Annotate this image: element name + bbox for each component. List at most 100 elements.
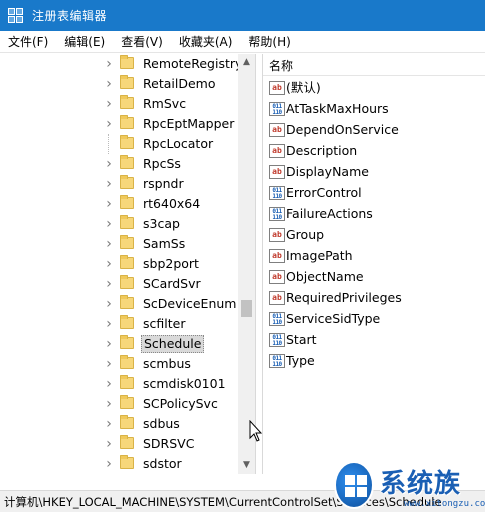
tree-item[interactable]: › SCardSvr <box>0 274 238 294</box>
tree-item[interactable]: › RpcEptMapper <box>0 114 238 134</box>
scroll-up-arrow-icon[interactable]: ▲ <box>238 54 255 71</box>
menu-help[interactable]: 帮助(H) <box>240 31 298 53</box>
folder-icon <box>120 295 134 309</box>
string-value-icon: ab <box>269 81 285 95</box>
folder-icon <box>120 175 134 189</box>
expand-chevron-icon[interactable]: › <box>104 57 114 71</box>
string-value-icon: ab <box>269 144 285 158</box>
scroll-thumb[interactable] <box>241 300 252 317</box>
tree-item[interactable]: › RemoteRegistry <box>0 54 242 74</box>
title-bar[interactable]: 注册表编辑器 <box>0 0 485 31</box>
values-list-pane[interactable]: 名称 ab (默认) 011 110 AtTaskMaxHours ab DependOn… <box>262 54 485 474</box>
tree-item[interactable]: › RetailDemo <box>0 74 238 94</box>
menu-favorites[interactable]: 收藏夹(A) <box>171 31 241 53</box>
list-header[interactable]: 名称 <box>263 54 485 76</box>
tree-item[interactable]: › sdstor <box>0 454 238 474</box>
value-row[interactable]: 011 110 AtTaskMaxHours <box>263 99 485 120</box>
value-name: RequiredPrivileges <box>286 290 402 305</box>
tree-item[interactable]: › RpcSs <box>0 154 238 174</box>
folder-icon <box>120 155 134 169</box>
tree-item[interactable]: › RmSvc <box>0 94 238 114</box>
tree-item-label: scmdisk0101 <box>143 376 226 391</box>
expand-chevron-icon[interactable]: › <box>104 197 114 211</box>
expand-chevron-icon[interactable]: › <box>104 277 114 291</box>
expand-chevron-icon[interactable]: › <box>104 377 114 391</box>
expand-chevron-icon[interactable]: › <box>104 337 114 351</box>
tree-item[interactable]: › SDRSVC <box>0 434 238 454</box>
value-row[interactable]: 011 110 FailureActions <box>263 204 485 225</box>
menu-view[interactable]: 查看(V) <box>113 31 171 53</box>
menu-file[interactable]: 文件(F) <box>0 31 56 53</box>
tree-item[interactable]: › sdbus <box>0 414 238 434</box>
value-row[interactable]: ab DisplayName <box>263 162 485 183</box>
value-row[interactable]: ab ImagePath <box>263 246 485 267</box>
tree-item[interactable]: › scmbus <box>0 354 238 374</box>
expand-chevron-icon[interactable]: › <box>104 77 114 91</box>
tree-item-label: Schedule <box>141 335 205 353</box>
value-row[interactable]: 011 110 Start <box>263 330 485 351</box>
tree-item[interactable]: › sbp2port <box>0 254 238 274</box>
expand-chevron-icon[interactable]: › <box>104 437 114 451</box>
column-header-name[interactable]: 名称 <box>269 57 293 74</box>
value-row[interactable]: ab (默认) <box>263 78 485 99</box>
tree-item[interactable]: › ScDeviceEnum <box>0 294 238 314</box>
tree-item[interactable]: › rspndr <box>0 174 238 194</box>
binary-value-icon: 011 110 <box>269 186 285 200</box>
expand-chevron-icon[interactable]: › <box>104 357 114 371</box>
value-row[interactable]: ab RequiredPrivileges <box>263 288 485 309</box>
value-name: DisplayName <box>286 164 369 179</box>
string-value-icon: ab <box>269 270 285 284</box>
menu-bar: 文件(F) 编辑(E) 查看(V) 收藏夹(A) 帮助(H) <box>0 31 485 53</box>
binary-value-icon: 011 110 <box>269 312 285 326</box>
tree-item[interactable]: › scmdisk0101 <box>0 374 238 394</box>
expand-chevron-icon[interactable]: › <box>104 257 114 271</box>
folder-icon <box>120 235 134 249</box>
tree-item[interactable]: › SamSs <box>0 234 238 254</box>
binary-value-icon: 011 110 <box>269 354 285 368</box>
expand-chevron-icon[interactable]: › <box>104 297 114 311</box>
tree-item[interactable]: › rt640x64 <box>0 194 238 214</box>
folder-icon <box>120 55 134 69</box>
expand-chevron-icon[interactable]: › <box>104 237 114 251</box>
binary-value-icon: 011 110 <box>269 333 285 347</box>
folder-icon <box>120 195 134 209</box>
tree-item[interactable]: › scfilter <box>0 314 238 334</box>
expand-chevron-icon[interactable]: › <box>104 417 114 431</box>
expand-chevron-icon[interactable]: › <box>104 217 114 231</box>
tree-item-label: RpcLocator <box>143 136 214 151</box>
expand-chevron-icon[interactable]: › <box>104 457 114 471</box>
value-row[interactable]: 011 110 ErrorControl <box>263 183 485 204</box>
value-row[interactable]: ab Group <box>263 225 485 246</box>
folder-icon <box>120 395 134 409</box>
tree-item[interactable]: › SCPolicySvc <box>0 394 238 414</box>
tree-item-label: SCardSvr <box>143 276 201 291</box>
value-row[interactable]: ab Description <box>263 141 485 162</box>
tree-item[interactable]: RpcLocator <box>0 134 238 154</box>
menu-edit[interactable]: 编辑(E) <box>56 31 113 53</box>
key-tree-pane[interactable]: › RemoteRegistry › RetailDemo › RmSvc › RpcEptM… <box>0 54 256 474</box>
expand-chevron-icon[interactable]: › <box>104 97 114 111</box>
tree-item[interactable]: › Schedule <box>0 334 238 354</box>
scroll-down-arrow-icon[interactable]: ▼ <box>238 457 255 474</box>
watermark-badge <box>334 461 374 509</box>
tree-item-label: sdbus <box>143 416 180 431</box>
expand-chevron-icon[interactable]: › <box>104 177 114 191</box>
folder-icon <box>120 415 134 429</box>
tree-vertical-scrollbar[interactable]: ▲ ▼ <box>238 54 255 474</box>
value-row[interactable]: 011 110 ServiceSidType <box>263 309 485 330</box>
value-name: ImagePath <box>286 248 353 263</box>
value-name: (默认) <box>286 80 321 95</box>
value-row[interactable]: ab DependOnService <box>263 120 485 141</box>
tree-item[interactable]: › s3cap <box>0 214 238 234</box>
value-row[interactable]: 011 110 Type <box>263 351 485 372</box>
expand-chevron-icon[interactable]: › <box>104 117 114 131</box>
expand-chevron-icon[interactable]: › <box>104 317 114 331</box>
value-name: FailureActions <box>286 206 373 221</box>
value-row[interactable]: ab ObjectName <box>263 267 485 288</box>
expand-chevron-icon[interactable]: › <box>104 397 114 411</box>
values-list: ab (默认) 011 110 AtTaskMaxHours ab DependOnSer… <box>263 78 485 372</box>
string-value-icon: ab <box>269 249 285 263</box>
watermark-url: www.xitongzu.com <box>404 499 485 509</box>
expand-chevron-icon[interactable]: › <box>104 157 114 171</box>
folder-icon <box>120 115 134 129</box>
